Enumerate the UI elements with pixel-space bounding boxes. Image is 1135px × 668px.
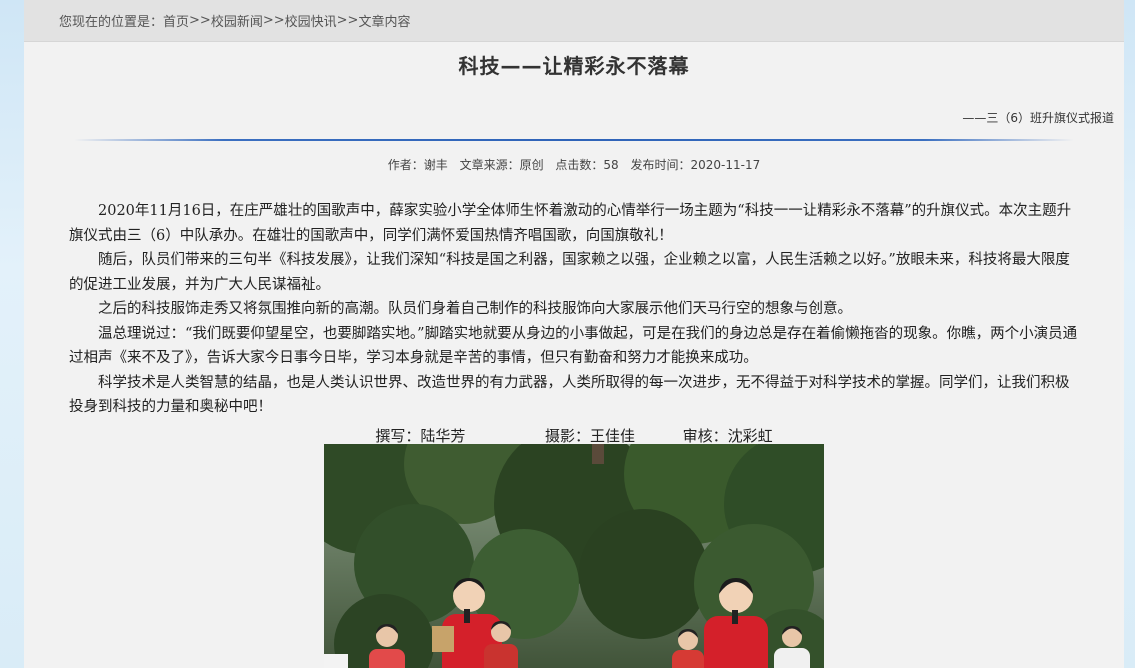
article-body: 2020年11月16日，在庄严雄壮的国歌声中，薛家实验小学全体师生怀着激动的心情… bbox=[69, 199, 1081, 420]
flag-ceremony-photo bbox=[324, 444, 824, 668]
article-title: 科技——让精彩永不落幕 bbox=[458, 54, 690, 78]
article-paragraph: 2020年11月16日，在庄严雄壮的国歌声中，薛家实验小学全体师生怀着激动的心情… bbox=[69, 203, 1072, 244]
article-hits: 点击数：58 bbox=[555, 158, 619, 172]
breadcrumb-current: 文章内容 bbox=[358, 15, 411, 30]
article-subtitle: ——三（6）班升旗仪式报道 bbox=[962, 111, 1114, 125]
article-meta: 作者：谢丰 文章来源：原创 点击数：58 发布时间：2020-11-17 bbox=[24, 156, 1124, 173]
breadcrumb-home-link[interactable]: 首页 bbox=[163, 11, 189, 30]
article-source: 文章来源：原创 bbox=[459, 158, 544, 172]
article-date: 发布时间：2020-11-17 bbox=[630, 158, 761, 172]
article-photo bbox=[324, 444, 824, 668]
breadcrumb-separator: >> bbox=[189, 13, 211, 28]
article-frame: 您现在的位置是： 首页 >> 校园新闻 >> 校园快讯 >> 文章内容 科技——… bbox=[24, 0, 1124, 668]
article-paragraph: 之后的科技服饰走秀又将氛围推向新的高潮。队员们身着自己制作的科技服饰向大家展示他… bbox=[98, 301, 852, 317]
article-paragraph: 随后，队员们带来的三句半《科技发展》，让我们深知“科技是国之利器，国家赖之以强，… bbox=[69, 252, 1070, 293]
article-author: 作者：谢丰 bbox=[387, 158, 448, 172]
breadcrumb-separator: >> bbox=[336, 13, 359, 28]
breadcrumb-separator: >> bbox=[262, 13, 285, 28]
breadcrumb-campus-flash-link[interactable]: 校园快讯 bbox=[285, 11, 337, 30]
article-paragraph: 温总理说过：“我们既要仰望星空，也要脚踏实地。”脚踏实地就要从身边的小事做起，可… bbox=[69, 325, 1078, 367]
breadcrumb-campus-news-link[interactable]: 校园新闻 bbox=[211, 11, 263, 30]
article-paragraph: 科学技术是人类智慧的结晶，也是人类认识世界、改造世界的有力武器，人类所取得的每一… bbox=[69, 374, 1070, 416]
title-divider bbox=[74, 139, 1074, 141]
breadcrumb: 您现在的位置是： 首页 >> 校园新闻 >> 校园快讯 >> 文章内容 bbox=[24, 0, 1124, 42]
breadcrumb-prefix: 您现在的位置是： bbox=[59, 15, 164, 30]
